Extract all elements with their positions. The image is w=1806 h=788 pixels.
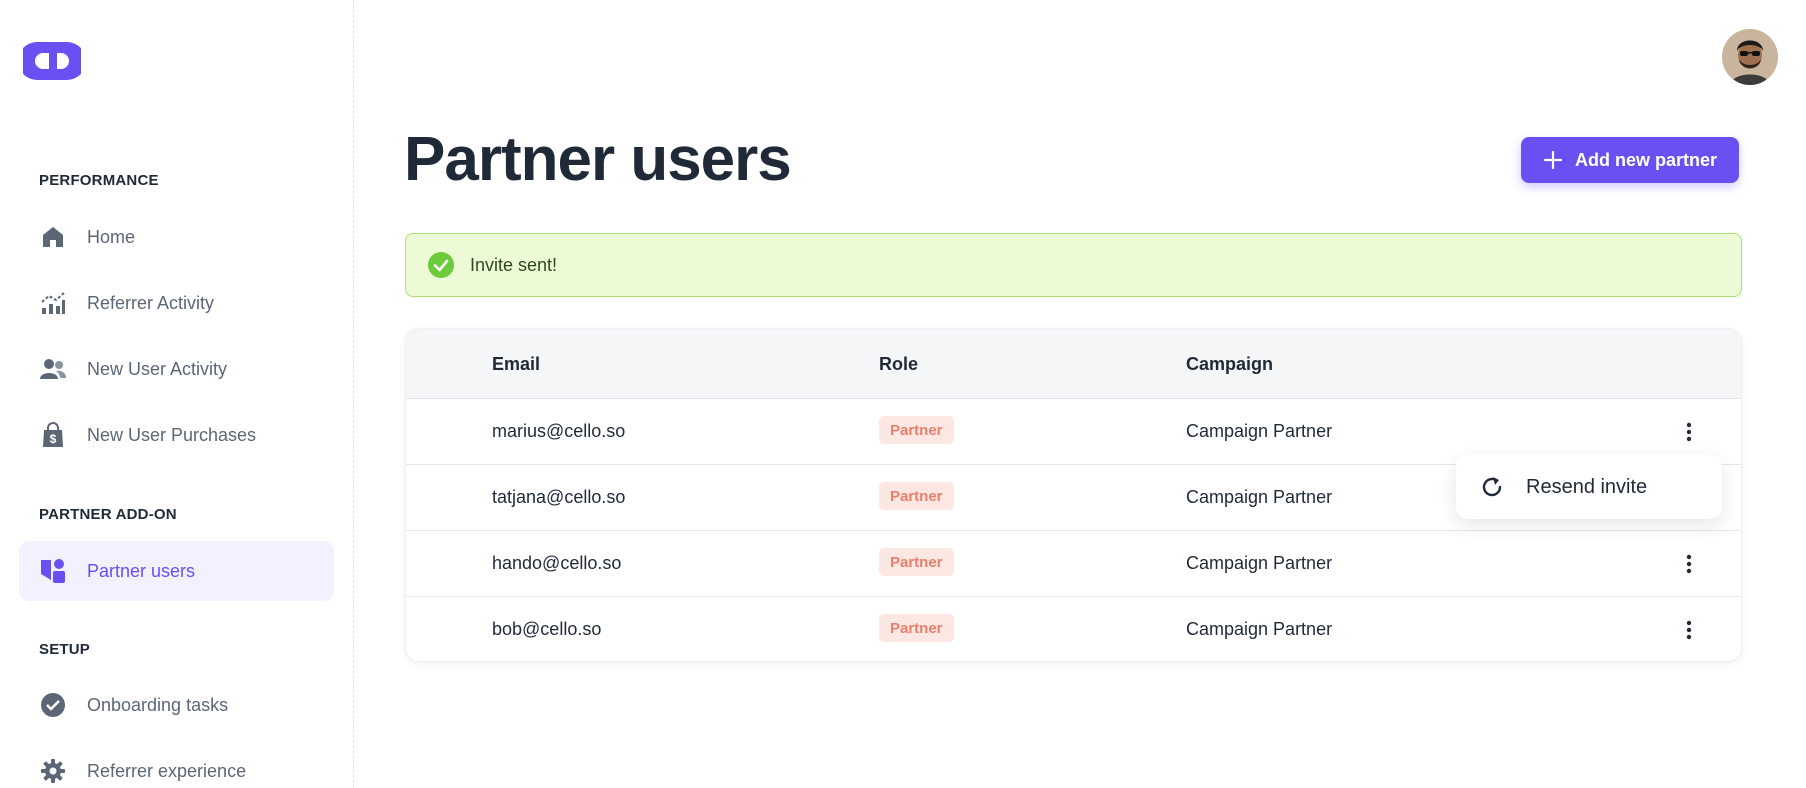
add-new-partner-button[interactable]: Add new partner — [1521, 137, 1739, 183]
page-title: Partner users — [404, 125, 792, 194]
table-header: Email Role Campaign — [406, 329, 1741, 399]
more-options-icon[interactable] — [1679, 619, 1699, 641]
column-header-role[interactable]: Role — [879, 354, 918, 375]
users-icon — [39, 355, 67, 383]
column-header-email[interactable]: Email — [492, 354, 540, 375]
resend-invite-menu-item[interactable]: Resend invite — [1456, 455, 1722, 519]
role-badge: Partner — [879, 482, 954, 510]
section-title-partner-add-on: PARTNER ADD-ON — [39, 506, 177, 523]
check-circle-icon — [39, 691, 67, 719]
resend-invite-label: Resend invite — [1526, 475, 1648, 498]
gear-icon — [39, 757, 67, 785]
sidebar-item-label: Referrer Activity — [87, 292, 215, 313]
sidebar-item-home[interactable]: Home — [19, 207, 334, 267]
sidebar-item-referrer-activity[interactable]: Referrer Activity — [19, 273, 334, 333]
svg-text:$: $ — [50, 432, 57, 446]
sidebar-item-onboarding-tasks[interactable]: Onboarding tasks — [19, 675, 334, 735]
partner-icon — [39, 557, 67, 585]
sidebar-item-new-user-purchases[interactable]: $ New User Purchases — [19, 405, 334, 465]
column-header-campaign[interactable]: Campaign — [1186, 354, 1273, 375]
campaign-cell: Campaign Partner — [1186, 487, 1333, 507]
table-row: hando@cello.so Partner Campaign Partner — [406, 531, 1741, 597]
chart-icon — [39, 289, 67, 317]
campaign-cell: Campaign Partner — [1186, 553, 1333, 573]
sidebar-item-label: Home — [87, 226, 136, 247]
sidebar-item-referrer-experience[interactable]: Referrer experience — [19, 741, 334, 788]
email-cell: bob@cello.so — [492, 619, 602, 639]
role-badge: Partner — [879, 614, 954, 642]
sidebar-item-label: Partner users — [87, 560, 196, 581]
section-title-setup: SETUP — [39, 641, 91, 658]
section-title-performance: PERFORMANCE — [39, 172, 159, 189]
role-badge: Partner — [879, 416, 954, 444]
campaign-cell: Campaign Partner — [1186, 619, 1333, 639]
cello-logo-icon[interactable] — [18, 40, 86, 82]
more-options-icon[interactable] — [1679, 553, 1699, 575]
success-alert: Invite sent! — [405, 233, 1742, 297]
sidebar-item-label: Referrer experience — [87, 760, 247, 781]
user-avatar[interactable] — [1722, 29, 1778, 85]
sidebar-item-label: New User Activity — [87, 358, 228, 379]
shopping-bag-icon: $ — [39, 421, 67, 449]
sidebar-item-label: Onboarding tasks — [87, 694, 229, 715]
email-cell: hando@cello.so — [492, 553, 622, 573]
alert-message: Invite sent! — [470, 254, 558, 275]
campaign-cell: Campaign Partner — [1186, 421, 1333, 441]
sidebar: PERFORMANCE Home Referrer Activity New U… — [0, 0, 354, 788]
refresh-icon — [1480, 475, 1504, 499]
sidebar-item-label: New User Purchases — [87, 424, 257, 445]
check-circle-icon — [428, 252, 454, 278]
email-cell: tatjana@cello.so — [492, 487, 626, 507]
sidebar-item-partner-users[interactable]: Partner users — [19, 541, 334, 601]
add-new-partner-label: Add new partner — [1574, 149, 1717, 170]
more-options-icon[interactable] — [1679, 421, 1699, 443]
plus-icon — [1543, 150, 1563, 170]
email-cell: marius@cello.so — [492, 421, 626, 441]
table-row: bob@cello.so Partner Campaign Partner — [406, 597, 1741, 661]
role-badge: Partner — [879, 548, 954, 576]
sidebar-item-new-user-activity[interactable]: New User Activity — [19, 339, 334, 399]
home-icon — [39, 223, 67, 251]
